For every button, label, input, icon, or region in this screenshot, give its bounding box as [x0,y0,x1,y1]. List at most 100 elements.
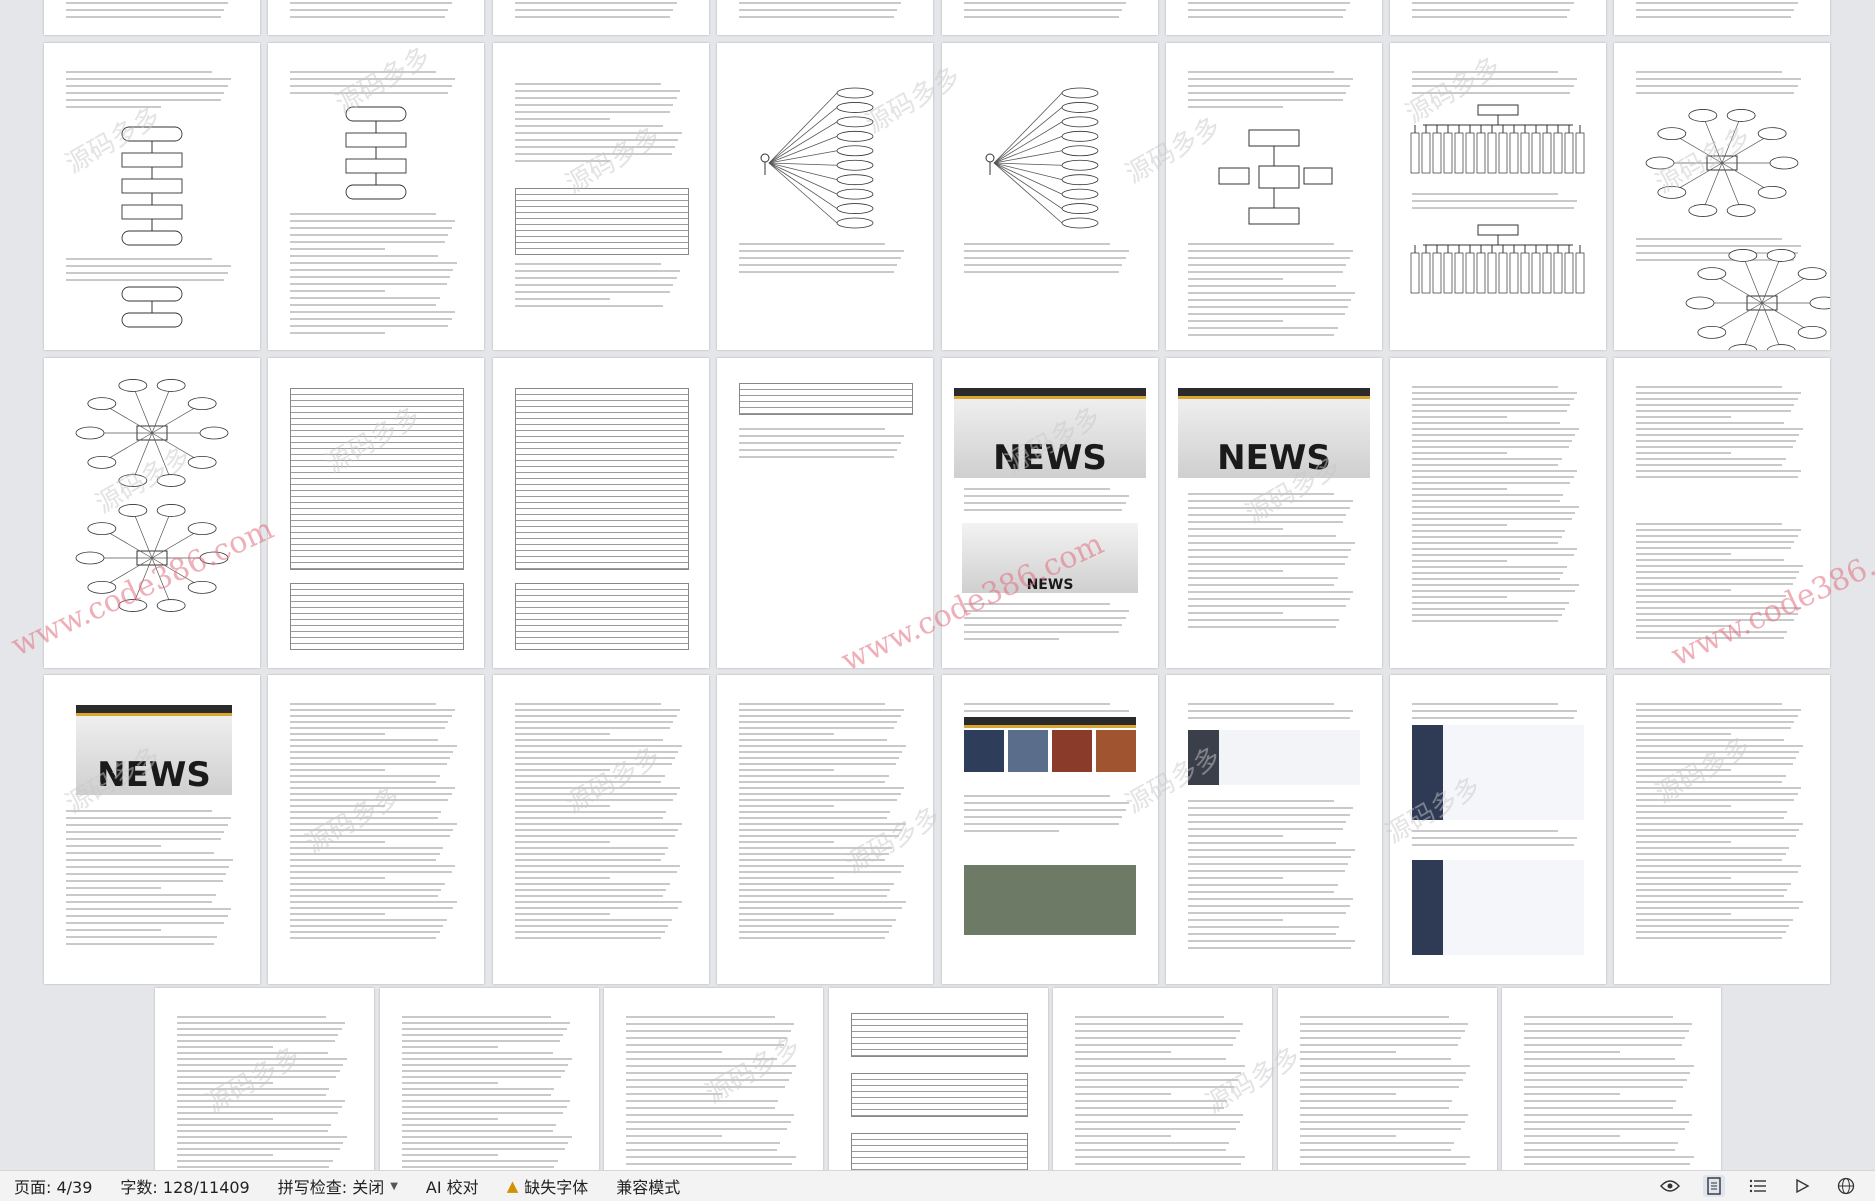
document-page-thumbnail[interactable]: NEWS [44,675,260,984]
document-page-thumbnail[interactable] [1166,0,1382,35]
page-corner-mark [56,328,66,338]
text-line [515,90,681,92]
text-line [66,817,232,819]
text-line [290,709,456,711]
text-line [1636,781,1783,783]
document-page-thumbnail[interactable] [1390,43,1606,350]
document-page-thumbnail[interactable] [1502,988,1721,1170]
play-icon[interactable] [1791,1175,1813,1197]
spellcheck-toggle[interactable]: 拼写检查: 关闭 ▼ [264,1171,412,1201]
outline-icon[interactable] [1747,1175,1769,1197]
document-page-thumbnail[interactable] [380,988,599,1170]
globe-icon[interactable] [1835,1175,1857,1197]
text-line [515,2,677,4]
text-line [1636,553,1731,555]
text-line [1188,271,1343,273]
text-line [515,865,681,867]
document-page-thumbnail[interactable] [44,0,260,35]
document-page-thumbnail[interactable] [268,43,484,350]
document-page-thumbnail[interactable] [1053,988,1272,1170]
text-line [1412,476,1574,478]
text-line [1300,1107,1449,1109]
text-line [1524,1086,1684,1088]
document-page-thumbnail[interactable] [1166,675,1382,984]
document-page-thumbnail[interactable] [1390,358,1606,668]
document-page-thumbnail[interactable] [493,0,709,35]
document-page-thumbnail[interactable] [44,43,260,350]
text-line [290,227,452,229]
document-page-thumbnail[interactable] [717,675,933,984]
document-page-thumbnail[interactable] [155,988,374,1170]
eye-icon[interactable] [1659,1175,1681,1197]
text-line [515,751,679,753]
text-line [1075,1016,1224,1018]
page-corner-mark [505,13,515,23]
text-line [1075,1023,1243,1025]
text-line [290,262,457,264]
text-line [1636,757,1796,759]
document-page-thumbnail[interactable] [268,0,484,35]
text-line [1636,607,1802,609]
page-view-icon[interactable] [1703,1175,1725,1197]
page-corner-mark [1402,687,1412,697]
document-page-thumbnail[interactable] [604,988,823,1170]
document-page-thumbnail[interactable] [829,988,1048,1170]
text-line [290,763,447,765]
page-corner-mark [1584,962,1594,972]
document-page-thumbnail[interactable] [268,358,484,668]
document-page-thumbnail[interactable] [717,0,933,35]
text-line [964,9,1123,11]
word-count[interactable]: 字数: 128/11409 [106,1171,263,1201]
text-line [1412,602,1569,604]
document-page-thumbnail[interactable] [1614,358,1830,668]
document-page-thumbnail[interactable] [942,43,1158,350]
document-page-thumbnail[interactable] [493,675,709,984]
document-page-thumbnail[interactable] [717,43,933,350]
text-line [515,305,663,307]
page-corner-mark [1402,13,1412,23]
document-page-thumbnail[interactable] [1390,0,1606,35]
news-label: NEWS [1217,438,1331,478]
text-line [290,9,449,11]
document-page-thumbnail[interactable] [1614,43,1830,350]
document-page-thumbnail[interactable] [1390,675,1606,984]
text-line [66,16,221,18]
document-page-thumbnail[interactable] [942,0,1158,35]
news-label: NEWS [993,438,1107,478]
missing-font-button[interactable]: ▲ 缺失字体 [493,1171,603,1201]
document-page-thumbnail[interactable] [44,358,260,668]
document-page-thumbnail[interactable] [493,43,709,350]
document-page-thumbnail[interactable]: NEWS NEWS [942,358,1158,668]
page-indicator[interactable]: 页面: 4/39 [0,1171,106,1201]
text-line [66,92,225,94]
document-page-thumbnail[interactable] [1278,988,1497,1170]
text-line [1075,1121,1240,1123]
text-line [1188,264,1347,266]
text-line [1188,856,1352,858]
document-page-thumbnail[interactable]: NEWS [1166,358,1382,668]
document-page-thumbnail[interactable] [717,358,933,668]
document-page-thumbnail[interactable] [1614,675,1830,984]
document-page-thumbnail[interactable] [493,358,709,668]
text-line [1188,327,1338,329]
ai-proofread-button[interactable]: AI 校对 [412,1171,493,1201]
document-page-thumbnail[interactable] [942,675,1158,984]
text-line [1636,847,1790,849]
text-line [515,871,677,873]
document-workspace[interactable]: NEWS NEWS NEWS NEWS www.code386.com www.code3… [0,0,1875,1170]
page-corner-mark [462,370,472,380]
text-line [177,1112,338,1114]
document-page-thumbnail[interactable] [1166,43,1382,350]
document-page-thumbnail[interactable] [1614,0,1830,35]
text-line [739,9,898,11]
document-page-thumbnail[interactable] [268,675,484,984]
text-line [1636,452,1731,454]
text-line [1636,937,1783,939]
text-line [1188,257,1350,259]
text-line [515,703,662,705]
text-line [66,838,221,840]
text-line [515,937,662,939]
text-line [1188,933,1336,935]
news-label: NEWS [1026,577,1074,593]
text-line [402,1022,570,1024]
